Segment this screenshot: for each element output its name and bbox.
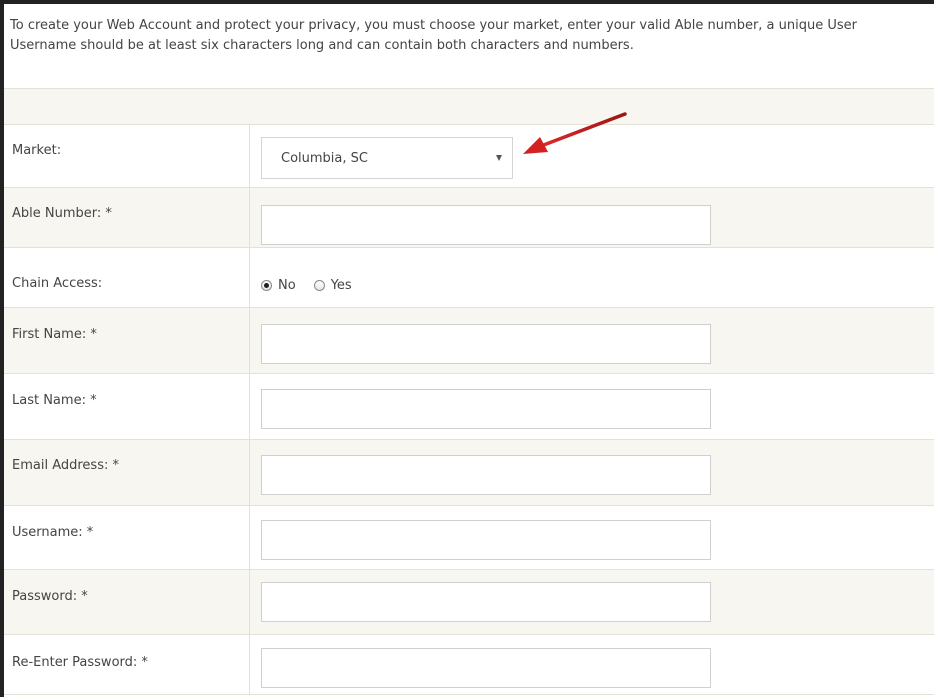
radio-label-no: No	[278, 278, 296, 293]
radio-unchecked-icon[interactable]	[313, 280, 325, 291]
able-number-label: Able Number: *	[12, 206, 112, 221]
chain-access-label: Chain Access:	[12, 276, 103, 291]
radio-checked-icon[interactable]	[261, 280, 272, 291]
reenter-password-input[interactable]	[261, 648, 711, 688]
intro-line-2: Username should be at least six characte…	[10, 38, 634, 53]
chain-access-no-option[interactable]: No	[261, 278, 296, 293]
reenter-password-row: Re-Enter Password: *	[4, 635, 934, 695]
market-select[interactable]: Columbia, SC	[261, 137, 513, 179]
username-row: Username: *	[4, 506, 934, 570]
first-name-label: First Name: *	[12, 327, 97, 342]
form-header-spacer	[4, 88, 934, 125]
last-name-input[interactable]	[261, 389, 711, 429]
able-number-row: Able Number: *	[4, 188, 934, 248]
able-number-input[interactable]	[261, 205, 711, 245]
reenter-password-label: Re-Enter Password: *	[12, 655, 148, 670]
intro-line-1: To create your Web Account and protect y…	[10, 18, 857, 33]
password-input[interactable]	[261, 582, 711, 622]
intro-text: To create your Web Account and protect y…	[10, 16, 934, 56]
password-label: Password: *	[12, 589, 88, 604]
last-name-label: Last Name: *	[12, 393, 97, 408]
market-select-value: Columbia, SC	[281, 151, 368, 166]
email-input[interactable]	[261, 455, 711, 495]
last-name-row: Last Name: *	[4, 374, 934, 440]
market-row: Market: Columbia, SC	[4, 125, 934, 188]
email-row: Email Address: *	[4, 440, 934, 506]
market-label: Market:	[12, 143, 62, 158]
first-name-input[interactable]	[261, 324, 711, 364]
username-label: Username: *	[12, 525, 94, 540]
chain-access-row: Chain Access: No Yes	[4, 248, 934, 308]
chain-access-yes-option[interactable]: Yes	[313, 278, 352, 293]
registration-form: Market: Columbia, SC Able Number: * Chai…	[4, 125, 934, 695]
red-arrow-icon	[523, 112, 627, 154]
username-input[interactable]	[261, 520, 711, 560]
chain-access-radio-group: No Yes	[261, 278, 370, 293]
email-label: Email Address: *	[12, 458, 119, 473]
first-name-row: First Name: *	[4, 308, 934, 374]
password-row: Password: *	[4, 570, 934, 635]
chevron-down-icon	[496, 155, 502, 161]
radio-label-yes: Yes	[330, 278, 352, 293]
